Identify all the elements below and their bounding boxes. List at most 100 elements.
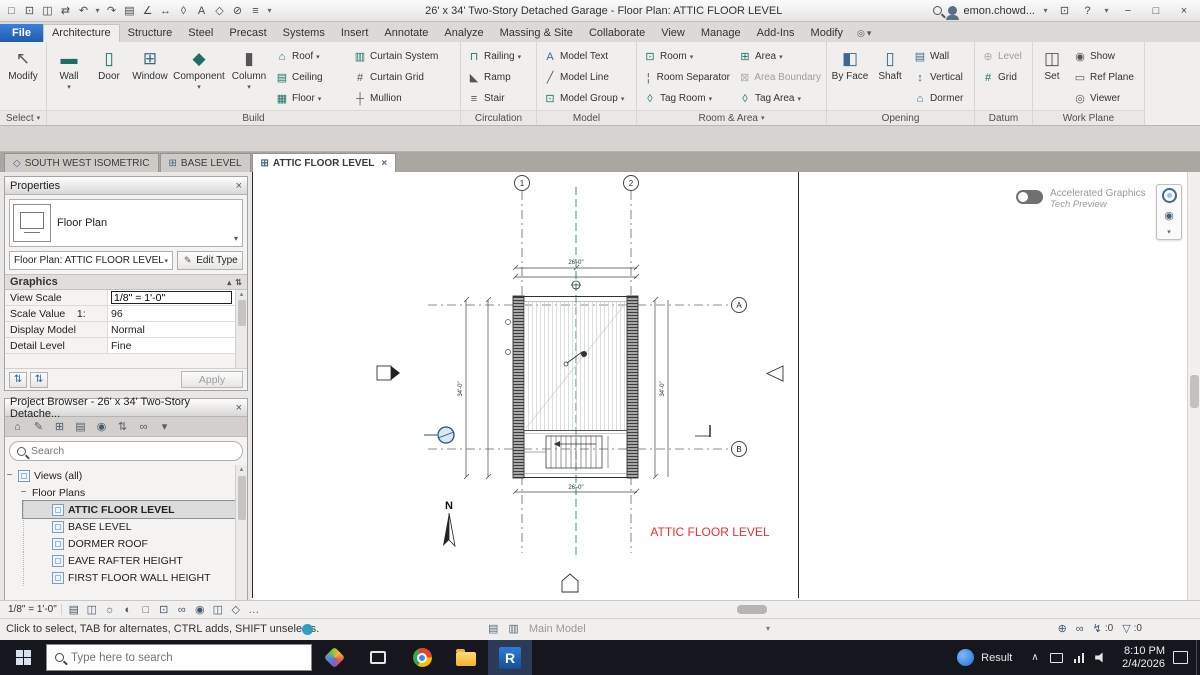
qat-customize-chevron-icon[interactable]: ▾ <box>265 2 274 20</box>
graphics-group-header[interactable]: Graphics ▴ ⇅ <box>5 274 247 290</box>
selection-toggle-icon[interactable]: ◎ <box>857 28 865 39</box>
close-properties-icon[interactable]: × <box>236 180 242 192</box>
news-widget[interactable]: Result <box>947 640 1022 675</box>
lock-3d-view-icon[interactable]: ◫ <box>210 602 226 617</box>
stairs[interactable] <box>524 435 609 469</box>
close-view-tab-icon[interactable]: × <box>381 158 387 169</box>
tab-collaborate[interactable]: Collaborate <box>581 25 653 42</box>
floor-button[interactable]: ▦ Floor ▾ <box>271 88 349 109</box>
tab-analyze[interactable]: Analyze <box>436 25 491 42</box>
elevation-marker-south[interactable] <box>561 573 579 593</box>
steering-wheel-icon[interactable] <box>1161 188 1177 203</box>
tab-file[interactable]: File <box>0 24 43 42</box>
collapse-group-icon[interactable]: ▴ <box>227 278 231 287</box>
ceiling-button[interactable]: ▤ Ceiling <box>271 67 349 88</box>
tag-icon[interactable]: ◊ <box>175 2 192 20</box>
select-panel-footer[interactable]: Select ▾ <box>0 110 46 125</box>
tab-structure[interactable]: Structure <box>120 25 181 42</box>
component-button[interactable]: ◆ Component ▾ <box>171 44 227 110</box>
dimension-right[interactable]: 34'-0" <box>652 296 669 480</box>
tab-architecture[interactable]: Architecture <box>42 24 120 42</box>
tab-manage[interactable]: Manage <box>693 25 749 42</box>
area-boundary-button[interactable]: ⊠ Area Boundary <box>734 67 825 88</box>
window-button[interactable]: ⊞ Window <box>129 44 171 110</box>
collapse-node-icon[interactable]: − <box>5 470 14 481</box>
viewer-button[interactable]: ◎ Viewer <box>1069 88 1141 109</box>
browser-search-box[interactable] <box>9 441 243 461</box>
browser-home-icon[interactable]: ⌂ <box>8 418 27 435</box>
minimize-button[interactable]: − <box>1117 2 1139 20</box>
curtain-system-button[interactable]: ▥ Curtain System <box>349 46 457 67</box>
display-icon[interactable] <box>1049 652 1063 663</box>
view-tab-south-west-isometric[interactable]: ◇ SOUTH WEST ISOMETRIC <box>4 153 159 172</box>
tree-node-views-all[interactable]: − Views (all) <box>5 467 235 484</box>
tree-item-base-level[interactable]: BASE LEVEL <box>23 518 235 535</box>
view-scale-button[interactable]: 1/8" = 1'-0" <box>4 604 62 615</box>
door-button[interactable]: ▯ Door <box>89 44 129 110</box>
instance-selector[interactable]: Floor Plan: ATTIC FLOOR LEVEL ▾ <box>9 251 173 270</box>
ref-plane-button[interactable]: ▭ Ref Plane <box>1069 67 1141 88</box>
chrome-button[interactable] <box>400 640 444 675</box>
taskbar-search-box[interactable] <box>46 644 312 671</box>
default-3d-view-icon[interactable]: ◇ <box>211 2 228 20</box>
vertical-scrollbar[interactable] <box>1187 172 1200 600</box>
area-button[interactable]: ⊞ Area ▾ <box>734 46 825 67</box>
tray-overflow-icon[interactable]: ∧ <box>1031 652 1038 663</box>
grid-button[interactable]: # Grid <box>977 67 1030 88</box>
drawing-area[interactable]: 1 2 A B 26'-0" 34'-0" 34'-0" 26'-0" N AT… <box>0 172 1200 600</box>
elevation-marker-east[interactable] <box>695 365 784 437</box>
revit-taskbar-button[interactable]: R <box>488 640 532 675</box>
detail-level-icon[interactable]: ▤ <box>66 602 82 617</box>
show-desktop-button[interactable] <box>1196 640 1200 675</box>
railing-button[interactable]: ⊓ Railing ▾ <box>463 46 534 67</box>
horizontal-scrollbar-thumb[interactable] <box>737 605 767 614</box>
stair-button[interactable]: ≡ Stair <box>463 88 534 109</box>
vertical-scrollbar-thumb[interactable] <box>1190 375 1199 408</box>
help-chevron-icon[interactable]: ▾ <box>1102 2 1111 20</box>
ribbon-state-chevron-icon[interactable]: ▾ <box>867 28 872 39</box>
tree-item-dormer-roof[interactable]: DORMER ROOF <box>23 535 235 552</box>
sort-ascending-icon[interactable]: ⇅ <box>9 371 27 388</box>
curtain-grid-button[interactable]: # Curtain Grid <box>349 67 457 88</box>
file-explorer-button[interactable] <box>444 640 488 675</box>
close-button[interactable]: × <box>1173 2 1195 20</box>
sync-icon[interactable]: ⇄ <box>57 2 74 20</box>
new-file-icon[interactable]: □ <box>3 2 20 20</box>
east-wall[interactable] <box>626 295 639 479</box>
view-tab-base-level[interactable]: ⊞ BASE LEVEL <box>159 153 251 172</box>
wall-button[interactable]: ▬ Wall ▾ <box>49 44 89 110</box>
tree-item-eave-rafter-height[interactable]: EAVE RAFTER HEIGHT <box>23 552 235 569</box>
tree-item-first-floor-wall-height[interactable]: FIRST FLOOR WALL HEIGHT <box>23 569 235 586</box>
aligned-dimension-icon[interactable]: ↔ <box>157 2 174 20</box>
model-line-button[interactable]: ╱ Model Line <box>539 67 634 88</box>
close-project-browser-icon[interactable]: × <box>236 402 242 414</box>
reveal-hidden-elements-icon[interactable]: ◉ <box>192 602 208 617</box>
design-options-doc-icon[interactable]: ▥ <box>508 622 518 635</box>
show-crop-region-icon[interactable]: ⊡ <box>156 602 172 617</box>
edit-type-button[interactable]: ✎ Edit Type <box>177 251 243 270</box>
status-bolt-icon[interactable]: ↯ <box>1093 622 1102 635</box>
garage-building[interactable] <box>505 295 639 479</box>
account-icon[interactable] <box>946 6 960 20</box>
room-area-panel-footer[interactable]: Room & Area ▾ <box>637 110 826 125</box>
measure-icon[interactable]: ∠ <box>139 2 156 20</box>
cortana-button[interactable] <box>312 640 356 675</box>
sun-path-icon[interactable]: ☼ <box>102 602 118 617</box>
visual-style-icon[interactable]: ◫ <box>84 602 100 617</box>
scale-value[interactable]: 96 <box>108 306 235 321</box>
text-icon[interactable]: A <box>193 2 210 20</box>
view-title-label[interactable]: ATTIC FLOOR LEVEL <box>650 525 769 539</box>
temporary-hide-isolate-icon[interactable]: ∞ <box>174 602 190 617</box>
display-model-value[interactable]: Normal <box>108 322 235 337</box>
task-view-button[interactable] <box>356 640 400 675</box>
browser-preview-icon[interactable]: ◉ <box>92 418 111 435</box>
detail-level-value[interactable]: Fine <box>108 338 235 353</box>
tree-item-attic-floor-level[interactable]: ATTIC FLOOR LEVEL <box>22 500 236 519</box>
app-store-icon[interactable]: ⊡ <box>1056 2 1073 20</box>
type-selector[interactable]: Floor Plan ▾ <box>9 199 243 247</box>
help-icon[interactable]: ? <box>1079 2 1096 20</box>
shaft-opening-button[interactable]: ▯ Shaft <box>871 44 909 110</box>
elevation-marker-west[interactable] <box>376 365 400 381</box>
room-button[interactable]: ⊡ Room ▾ <box>639 46 734 67</box>
print-icon[interactable]: ▤ <box>121 2 138 20</box>
